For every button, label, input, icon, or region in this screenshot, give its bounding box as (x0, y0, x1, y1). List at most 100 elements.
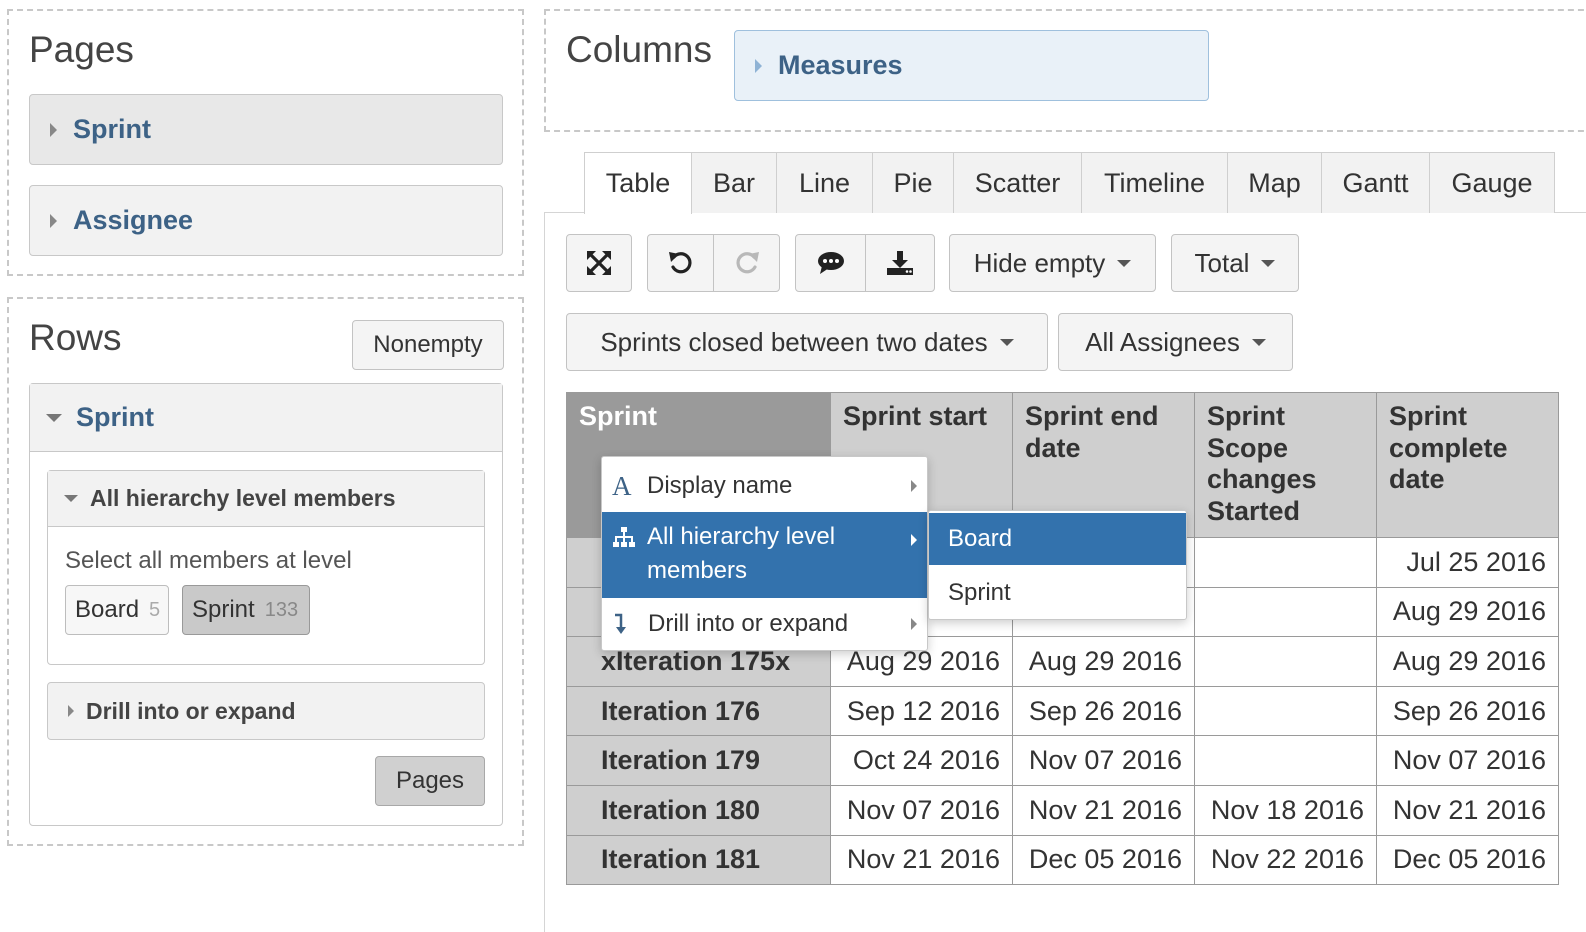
row-header[interactable]: Iteration 181 (566, 834, 831, 886)
cell-complete: Sep 26 2016 (1376, 685, 1559, 737)
assignee-filter-dropdown[interactable]: All Assignees (1058, 313, 1293, 371)
menu-item-drill[interactable]: Drill into or expand (602, 599, 927, 649)
pages-title: Pages (29, 29, 134, 70)
total-dropdown[interactable]: Total (1171, 234, 1299, 292)
rows-sprint-header[interactable]: Sprint (30, 384, 502, 452)
tab-bar[interactable]: Bar (691, 152, 777, 213)
tab-table[interactable]: Table (584, 152, 692, 214)
chart-type-tabs: Table Bar Line Pie Scatter Timeline Map … (584, 152, 1555, 214)
level-submenu: Board Sprint (928, 510, 1187, 620)
hide-empty-dropdown[interactable]: Hide empty (949, 234, 1156, 292)
download-icon (887, 251, 913, 275)
header-scope-changes[interactable]: Sprint Scope changes Started (1194, 392, 1377, 538)
chevron-down-icon (1251, 338, 1266, 346)
table-row: Iteration 179 Oct 24 2016 Nov 07 2016 No… (566, 735, 1559, 786)
cell-end: Sep 26 2016 (1012, 685, 1195, 737)
rows-title: Rows (29, 317, 122, 358)
comment-button[interactable] (795, 234, 866, 292)
hierarchy-section: All hierarchy level members Select all m… (47, 470, 485, 665)
level-chip-board[interactable]: Board 5 (65, 585, 169, 635)
drill-section-label: Drill into or expand (86, 697, 296, 724)
cell-end: Nov 21 2016 (1012, 784, 1195, 836)
tab-line[interactable]: Line (776, 152, 873, 213)
menu-item-display-name[interactable]: A Display name (602, 461, 927, 511)
columns-panel: Columns Measures (544, 9, 1586, 132)
pages-item-label: Assignee (73, 205, 194, 235)
tab-pie[interactable]: Pie (872, 152, 954, 213)
drill-section[interactable]: Drill into or expand (47, 682, 485, 740)
tab-gauge[interactable]: Gauge (1429, 152, 1555, 213)
chevron-right-icon (911, 618, 917, 630)
sprint-filter-dropdown[interactable]: Sprints closed between two dates (566, 313, 1048, 371)
tab-scatter[interactable]: Scatter (953, 152, 1082, 213)
total-label: Total (1194, 247, 1250, 278)
menu-item-label: All hierarchy level members (647, 523, 836, 584)
font-icon: A (612, 470, 632, 501)
cell-complete: Dec 05 2016 (1376, 834, 1559, 886)
chevron-down-icon (1261, 259, 1276, 267)
context-menu: A Display name All hierarchy level membe… (601, 456, 928, 651)
comment-icon (817, 252, 844, 274)
redo-button[interactable] (713, 234, 780, 292)
level-chip-count: 5 (149, 598, 161, 621)
undo-icon (668, 252, 692, 274)
expand-arrow-icon (68, 705, 74, 717)
header-complete-date[interactable]: Sprint complete date (1376, 392, 1559, 538)
row-header[interactable]: Iteration 179 (566, 735, 831, 786)
tab-gantt[interactable]: Gantt (1321, 152, 1430, 213)
cell-complete: Nov 21 2016 (1376, 784, 1559, 836)
submenu-item-sprint[interactable]: Sprint (929, 567, 1186, 619)
expand-arrow-icon (50, 122, 57, 137)
undo-button[interactable] (647, 234, 714, 292)
level-chip-sprint[interactable]: Sprint 133 (182, 585, 310, 635)
assignee-filter-label: All Assignees (1085, 326, 1240, 357)
nonempty-button[interactable]: Nonempty (352, 320, 504, 370)
collapse-arrow-icon (64, 495, 78, 502)
table-row: Iteration 176 Sep 12 2016 Sep 26 2016 Se… (566, 685, 1559, 737)
pages-item-label: Sprint (73, 114, 151, 144)
cell-scope: Nov 22 2016 (1194, 834, 1377, 886)
menu-item-hierarchy-level[interactable]: All hierarchy level members (602, 512, 927, 598)
measures-item[interactable]: Measures (734, 30, 1209, 101)
chevron-down-icon (999, 338, 1014, 346)
hide-empty-label: Hide empty (973, 247, 1106, 278)
pages-button[interactable]: Pages (375, 756, 485, 806)
cell-scope (1194, 537, 1377, 588)
pages-item-assignee[interactable]: Assignee (29, 185, 503, 256)
drill-down-icon (615, 613, 626, 634)
chevron-down-icon (1117, 259, 1132, 267)
hierarchy-section-header[interactable]: All hierarchy level members (48, 471, 484, 527)
cell-end: Dec 05 2016 (1012, 834, 1195, 886)
tab-map[interactable]: Map (1227, 152, 1322, 213)
tab-timeline[interactable]: Timeline (1081, 152, 1228, 213)
row-header[interactable]: Iteration 180 (566, 784, 831, 836)
cell-end: Nov 07 2016 (1012, 735, 1195, 786)
hierarchy-hint: Select all members at level (65, 547, 352, 574)
menu-item-label: Drill into or expand (648, 610, 849, 637)
cell-complete: Aug 29 2016 (1376, 636, 1559, 687)
cell-start: Sep 12 2016 (830, 685, 1013, 737)
pages-item-sprint[interactable]: Sprint (29, 94, 503, 165)
table-row: Iteration 181 Nov 21 2016 Dec 05 2016 No… (566, 834, 1559, 886)
measures-label: Measures (778, 50, 903, 80)
columns-title: Columns (566, 29, 712, 70)
rows-panel: Rows Nonempty Sprint All hierarchy level… (7, 297, 524, 846)
row-header[interactable]: Iteration 176 (566, 685, 831, 737)
submenu-item-board[interactable]: Board (929, 513, 1186, 565)
expand-arrow-icon (755, 58, 762, 73)
level-chip-label: Sprint (192, 596, 255, 623)
download-button[interactable] (865, 234, 935, 292)
expand-arrow-icon (50, 213, 57, 228)
cell-scope: Nov 18 2016 (1194, 784, 1377, 836)
cell-end: Aug 29 2016 (1012, 636, 1195, 687)
cell-scope (1194, 685, 1377, 737)
level-chip-count: 133 (264, 598, 299, 621)
level-chip-label: Board (75, 596, 140, 623)
fullscreen-button[interactable] (566, 234, 632, 292)
hierarchy-section-label: All hierarchy level members (90, 485, 396, 511)
table-row: Iteration 180 Nov 07 2016 Nov 21 2016 No… (566, 784, 1559, 836)
redo-icon (735, 252, 759, 274)
rows-sprint-label: Sprint (76, 402, 154, 432)
cell-scope (1194, 636, 1377, 687)
cell-start: Oct 24 2016 (830, 735, 1013, 786)
